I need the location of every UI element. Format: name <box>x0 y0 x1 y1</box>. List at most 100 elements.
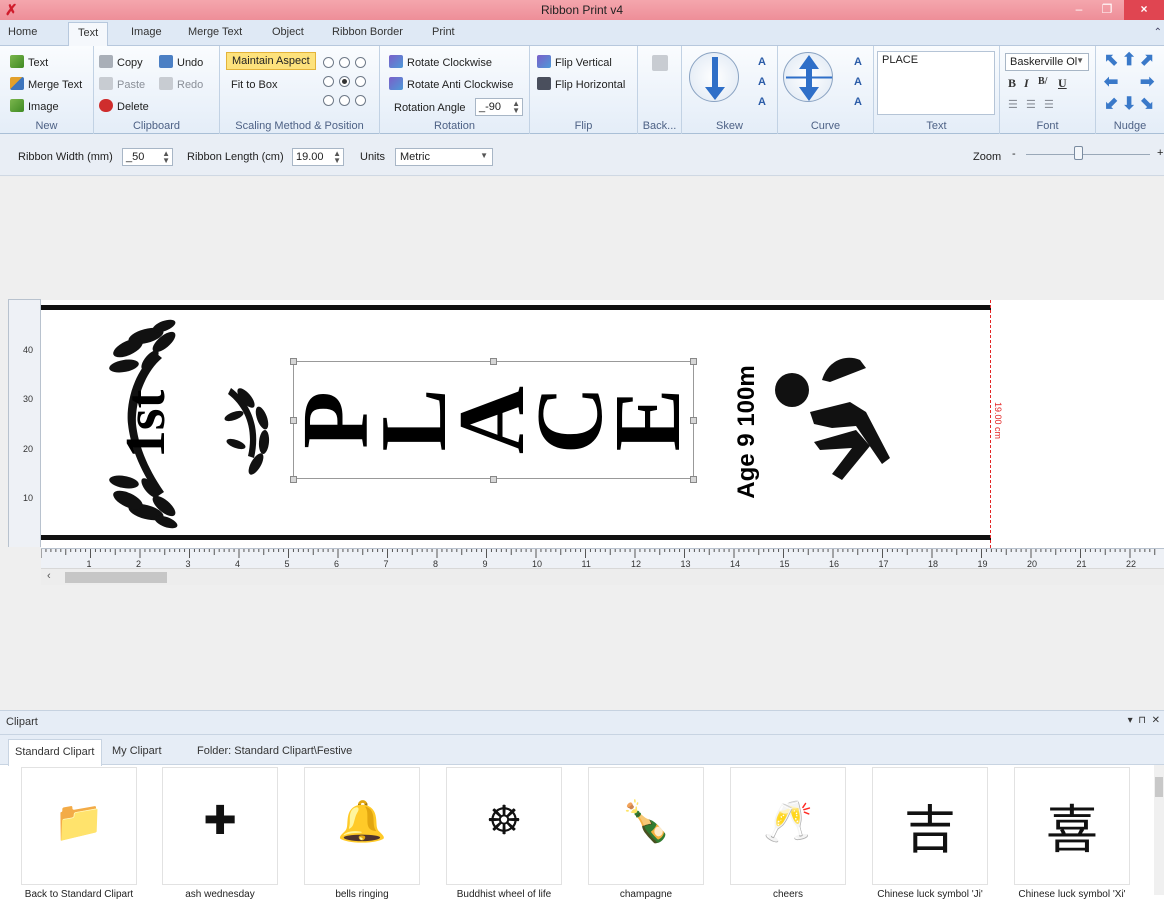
skew-middle-icon[interactable]: A <box>758 76 766 88</box>
resize-handle[interactable] <box>490 476 497 483</box>
nudge-up-right-icon[interactable]: ⬈ <box>1140 50 1154 70</box>
runner-icon[interactable] <box>770 350 906 484</box>
scroll-left-icon[interactable]: ‹ <box>47 570 51 582</box>
text-content-input[interactable]: PLACE <box>877 51 995 115</box>
undo-button[interactable]: Undo <box>159 55 203 69</box>
resize-handle[interactable] <box>290 358 297 365</box>
clipart-item[interactable]: 📁 <box>21 767 137 885</box>
age-event-text[interactable]: Age 9 100m <box>733 357 761 507</box>
zoom-in-button[interactable]: + <box>1157 147 1163 159</box>
position-radio-bottom-right[interactable] <box>355 95 366 106</box>
clipart-caption: Chinese luck symbol 'Ji' <box>877 889 983 900</box>
curve-dial[interactable] <box>783 52 833 102</box>
zoom-slider[interactable] <box>1026 154 1150 155</box>
curve-bottom-icon[interactable]: A <box>854 96 862 108</box>
resize-handle[interactable] <box>690 358 697 365</box>
scrollbar-thumb[interactable] <box>1155 777 1163 797</box>
close-button[interactable]: × <box>1124 0 1164 20</box>
resize-handle[interactable] <box>690 476 697 483</box>
position-radio-top-left[interactable] <box>323 57 334 68</box>
group-nudge: ⬉ ⬆ ⬈ ⬅ ➡ ⬋ ⬇ ⬊ Nudge <box>1096 46 1164 134</box>
flip-horizontal-button[interactable]: Flip Horizontal <box>537 77 625 91</box>
cheers-icon: 🥂 <box>763 799 813 845</box>
position-radio-middle-right[interactable] <box>355 76 366 87</box>
nudge-down-left-icon[interactable]: ⬋ <box>1104 94 1118 114</box>
new-merge-text-button[interactable]: Merge Text <box>10 77 82 91</box>
rotate-clockwise-button[interactable]: Rotate Clockwise <box>389 55 492 69</box>
curve-middle-icon[interactable]: A <box>854 76 862 88</box>
fit-to-box-button[interactable]: Fit to Box <box>231 79 277 91</box>
nudge-up-left-icon[interactable]: ⬉ <box>1104 50 1118 70</box>
position-radio-top-right[interactable] <box>355 57 366 68</box>
zoom-slider-thumb[interactable] <box>1074 146 1084 160</box>
curve-top-icon[interactable]: A <box>854 56 862 68</box>
position-radio-top-center[interactable] <box>339 57 350 68</box>
new-image-button[interactable]: Image <box>10 99 59 113</box>
maintain-aspect-button[interactable]: Maintain Aspect <box>226 52 316 70</box>
panel-controls[interactable]: ▾ ⊓ ✕ <box>1128 715 1160 726</box>
background-button[interactable] <box>652 55 672 72</box>
clipart-item[interactable]: ☸ <box>446 767 562 885</box>
rotation-angle-spinner[interactable]: _-90 ▲ ▼ <box>475 98 523 116</box>
tab-image[interactable]: Image <box>131 26 162 38</box>
units-select[interactable]: Metric ▼ <box>395 148 493 166</box>
clipart-item[interactable]: 吉 <box>872 767 988 885</box>
nudge-down-icon[interactable]: ⬇ <box>1122 94 1136 114</box>
nudge-down-right-icon[interactable]: ⬊ <box>1140 94 1154 114</box>
nudge-up-icon[interactable]: ⬆ <box>1122 50 1136 70</box>
paste-button[interactable]: Paste <box>99 77 145 91</box>
bold-button[interactable]: B <box>1008 76 1016 91</box>
align-center-icon[interactable]: ☰ <box>1026 98 1036 111</box>
clipart-item[interactable]: 🍾 <box>588 767 704 885</box>
nudge-left-icon[interactable]: ⬅ <box>1104 72 1118 92</box>
font-family-select[interactable]: Baskerville Ol ▼ <box>1005 53 1089 71</box>
copy-button[interactable]: Copy <box>99 55 143 69</box>
subscript-button[interactable]: B/ <box>1038 76 1047 87</box>
tab-my-clipart[interactable]: My Clipart <box>112 745 162 757</box>
zoom-label: Zoom <box>973 151 1002 163</box>
new-text-button[interactable]: Text <box>10 55 48 69</box>
clipart-item[interactable]: ✚ <box>162 767 278 885</box>
clipart-caption: Chinese luck symbol 'Xi' <box>1018 889 1126 900</box>
flip-vertical-button[interactable]: Flip Vertical <box>537 55 612 69</box>
ribbon-width-spinner[interactable]: _50 ▲ ▼ <box>122 148 173 166</box>
redo-button[interactable]: Redo <box>159 77 203 91</box>
tab-home[interactable]: Home <box>8 26 37 38</box>
align-left-icon[interactable]: ☰ <box>1008 98 1018 111</box>
clipart-vertical-scrollbar[interactable] <box>1154 765 1164 895</box>
clipart-item[interactable]: 🔔 <box>304 767 420 885</box>
tab-object[interactable]: Object <box>272 26 304 38</box>
resize-handle[interactable] <box>490 358 497 365</box>
skew-bottom-icon[interactable]: A <box>758 96 766 108</box>
italic-button[interactable]: I <box>1024 76 1029 91</box>
ribbon-options-icon[interactable]: ⌃ <box>1154 27 1162 38</box>
delete-button[interactable]: Delete <box>99 99 149 113</box>
maximize-button[interactable]: ❐ <box>1094 0 1120 20</box>
minimize-button[interactable]: – <box>1066 0 1092 20</box>
tab-standard-clipart[interactable]: Standard Clipart <box>8 739 102 766</box>
zoom-out-button[interactable]: - <box>1012 148 1016 160</box>
scrollbar-thumb[interactable] <box>65 572 167 583</box>
position-radio-middle-left[interactable] <box>323 76 334 87</box>
tab-print[interactable]: Print <box>432 26 455 38</box>
tab-merge-text[interactable]: Merge Text <box>188 26 242 38</box>
group-label-back: Back... <box>642 120 677 132</box>
resize-handle[interactable] <box>290 476 297 483</box>
clipart-item[interactable]: 🥂 <box>730 767 846 885</box>
underline-button[interactable]: U <box>1058 76 1067 91</box>
position-radio-bottom-left[interactable] <box>323 95 334 106</box>
ribbon-length-spinner[interactable]: 19.00 ▲ ▼ <box>292 148 344 166</box>
position-radio-bottom-center[interactable] <box>339 95 350 106</box>
tab-text[interactable]: Text <box>68 22 109 47</box>
tab-ribbon-border[interactable]: Ribbon Border <box>332 26 403 38</box>
position-radio-center[interactable] <box>339 76 350 87</box>
horizontal-scrollbar[interactable]: ‹ <box>41 568 1164 585</box>
skew-top-icon[interactable]: A <box>758 56 766 68</box>
skew-dial[interactable] <box>689 52 739 102</box>
clipart-item[interactable]: 喜 <box>1014 767 1130 885</box>
first-place-text[interactable]: 1st <box>114 390 178 458</box>
nudge-right-icon[interactable]: ➡ <box>1140 72 1154 92</box>
rotate-anticlockwise-button[interactable]: Rotate Anti Clockwise <box>389 77 513 91</box>
align-right-icon[interactable]: ☰ <box>1044 98 1054 111</box>
group-scaling: Maintain Aspect Fit to Box Scaling Metho… <box>220 46 380 134</box>
